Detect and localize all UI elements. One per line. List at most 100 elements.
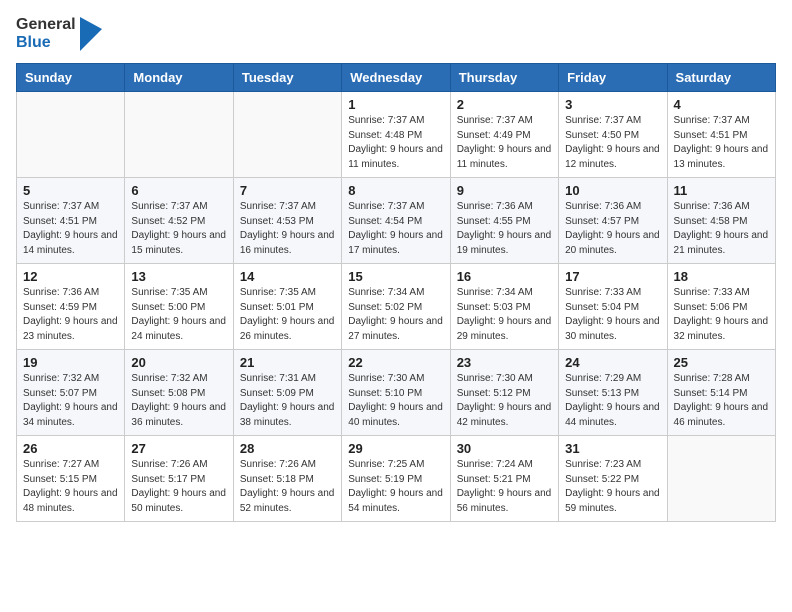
weekday-header-friday: Friday: [559, 64, 667, 92]
day-info: Sunrise: 7:36 AM Sunset: 4:58 PM Dayligh…: [674, 200, 769, 258]
day-number: 27: [131, 441, 226, 456]
calendar-cell: 28 Sunrise: 7:26 AM Sunset: 5:18 PM Dayli…: [233, 436, 341, 522]
day-info: Sunrise: 7:34 AM Sunset: 5:03 PM Dayligh…: [457, 286, 552, 344]
day-info: Sunrise: 7:37 AM Sunset: 4:51 PM Dayligh…: [674, 114, 769, 172]
day-info: Sunrise: 7:23 AM Sunset: 5:22 PM Dayligh…: [565, 458, 660, 516]
calendar-cell: [17, 92, 125, 178]
day-info: Sunrise: 7:37 AM Sunset: 4:51 PM Dayligh…: [23, 200, 118, 258]
calendar-cell: 21Sunrise: 7:31 AM Sunset: 5:09 PM Dayli…: [233, 350, 341, 436]
weekday-header-thursday: Thursday: [450, 64, 558, 92]
logo: GeneralBlue: [16, 16, 102, 51]
day-number: 11: [674, 183, 769, 198]
calendar-cell: 10 Sunrise: 7:36 AM Sunset: 4:57 PM Dayli…: [559, 178, 667, 264]
calendar-cell: 24 Sunrise: 7:29 AM Sunset: 5:13 PM Dayli…: [559, 350, 667, 436]
day-number: 26: [23, 441, 118, 456]
day-number: 17: [565, 269, 660, 284]
day-number: 30: [457, 441, 552, 456]
logo-arrow-icon: [80, 17, 102, 51]
calendar-cell: 9 Sunrise: 7:36 AM Sunset: 4:55 PM Daylig…: [450, 178, 558, 264]
day-number: 19: [23, 355, 118, 370]
day-info: Sunrise: 7:27 AM Sunset: 5:15 PM Dayligh…: [23, 458, 118, 516]
day-info: Sunrise: 7:36 AM Sunset: 4:57 PM Dayligh…: [565, 200, 660, 258]
calendar-cell: 30 Sunrise: 7:24 AM Sunset: 5:21 PM Dayli…: [450, 436, 558, 522]
calendar-cell: 23 Sunrise: 7:30 AM Sunset: 5:12 PM Dayli…: [450, 350, 558, 436]
day-info: Sunrise: 7:28 AM Sunset: 5:14 PM Dayligh…: [674, 372, 769, 430]
day-info: Sunrise: 7:37 AM Sunset: 4:53 PM Dayligh…: [240, 200, 335, 258]
day-info: Sunrise: 7:36 AM Sunset: 4:55 PM Dayligh…: [457, 200, 552, 258]
calendar-cell: 17 Sunrise: 7:33 AM Sunset: 5:04 PM Dayli…: [559, 264, 667, 350]
page-header: GeneralBlue: [16, 16, 776, 51]
calendar-cell: 29Sunrise: 7:25 AM Sunset: 5:19 PM Dayli…: [342, 436, 450, 522]
calendar-cell: 1Sunrise: 7:37 AM Sunset: 4:48 PM Daylig…: [342, 92, 450, 178]
calendar-cell: 18 Sunrise: 7:33 AM Sunset: 5:06 PM Dayli…: [667, 264, 775, 350]
day-info: Sunrise: 7:36 AM Sunset: 4:59 PM Dayligh…: [23, 286, 118, 344]
day-number: 18: [674, 269, 769, 284]
day-number: 2: [457, 97, 552, 112]
calendar-week-row: 19 Sunrise: 7:32 AM Sunset: 5:07 PM Dayli…: [17, 350, 776, 436]
calendar-cell: [125, 92, 233, 178]
calendar-cell: 16 Sunrise: 7:34 AM Sunset: 5:03 PM Dayli…: [450, 264, 558, 350]
calendar-cell: 27 Sunrise: 7:26 AM Sunset: 5:17 PM Dayli…: [125, 436, 233, 522]
day-info: Sunrise: 7:35 AM Sunset: 5:00 PM Dayligh…: [131, 286, 226, 344]
day-number: 15: [348, 269, 443, 284]
calendar-cell: 15Sunrise: 7:34 AM Sunset: 5:02 PM Dayli…: [342, 264, 450, 350]
day-info: Sunrise: 7:29 AM Sunset: 5:13 PM Dayligh…: [565, 372, 660, 430]
day-info: Sunrise: 7:30 AM Sunset: 5:12 PM Dayligh…: [457, 372, 552, 430]
calendar-cell: 7 Sunrise: 7:37 AM Sunset: 4:53 PM Daylig…: [233, 178, 341, 264]
calendar-cell: 4 Sunrise: 7:37 AM Sunset: 4:51 PM Daylig…: [667, 92, 775, 178]
day-info: Sunrise: 7:37 AM Sunset: 4:48 PM Dayligh…: [348, 114, 443, 172]
day-number: 24: [565, 355, 660, 370]
day-number: 9: [457, 183, 552, 198]
calendar-cell: 25Sunrise: 7:28 AM Sunset: 5:14 PM Dayli…: [667, 350, 775, 436]
day-number: 5: [23, 183, 118, 198]
day-info: Sunrise: 7:32 AM Sunset: 5:08 PM Dayligh…: [131, 372, 226, 430]
calendar-week-row: 26 Sunrise: 7:27 AM Sunset: 5:15 PM Dayli…: [17, 436, 776, 522]
calendar-table: SundayMondayTuesdayWednesdayThursdayFrid…: [16, 63, 776, 522]
calendar-cell: 3 Sunrise: 7:37 AM Sunset: 4:50 PM Daylig…: [559, 92, 667, 178]
logo-general-text: General: [16, 16, 76, 34]
day-info: Sunrise: 7:26 AM Sunset: 5:18 PM Dayligh…: [240, 458, 335, 516]
calendar-header-row: SundayMondayTuesdayWednesdayThursdayFrid…: [17, 64, 776, 92]
calendar-cell: [233, 92, 341, 178]
day-info: Sunrise: 7:26 AM Sunset: 5:17 PM Dayligh…: [131, 458, 226, 516]
calendar-cell: 14Sunrise: 7:35 AM Sunset: 5:01 PM Dayli…: [233, 264, 341, 350]
logo-blue-text: Blue: [16, 34, 76, 52]
day-info: Sunrise: 7:24 AM Sunset: 5:21 PM Dayligh…: [457, 458, 552, 516]
weekday-header-monday: Monday: [125, 64, 233, 92]
day-number: 28: [240, 441, 335, 456]
calendar-cell: 19 Sunrise: 7:32 AM Sunset: 5:07 PM Dayli…: [17, 350, 125, 436]
calendar-cell: 8Sunrise: 7:37 AM Sunset: 4:54 PM Daylig…: [342, 178, 450, 264]
calendar-cell: 6Sunrise: 7:37 AM Sunset: 4:52 PM Daylig…: [125, 178, 233, 264]
calendar-cell: 13 Sunrise: 7:35 AM Sunset: 5:00 PM Dayli…: [125, 264, 233, 350]
day-number: 10: [565, 183, 660, 198]
day-number: 3: [565, 97, 660, 112]
calendar-cell: 20 Sunrise: 7:32 AM Sunset: 5:08 PM Dayli…: [125, 350, 233, 436]
day-info: Sunrise: 7:33 AM Sunset: 5:04 PM Dayligh…: [565, 286, 660, 344]
day-info: Sunrise: 7:25 AM Sunset: 5:19 PM Dayligh…: [348, 458, 443, 516]
weekday-header-sunday: Sunday: [17, 64, 125, 92]
calendar-cell: 5 Sunrise: 7:37 AM Sunset: 4:51 PM Daylig…: [17, 178, 125, 264]
calendar-cell: 22 Sunrise: 7:30 AM Sunset: 5:10 PM Dayli…: [342, 350, 450, 436]
weekday-header-saturday: Saturday: [667, 64, 775, 92]
day-number: 22: [348, 355, 443, 370]
day-info: Sunrise: 7:33 AM Sunset: 5:06 PM Dayligh…: [674, 286, 769, 344]
day-number: 7: [240, 183, 335, 198]
day-number: 23: [457, 355, 552, 370]
day-info: Sunrise: 7:35 AM Sunset: 5:01 PM Dayligh…: [240, 286, 335, 344]
day-info: Sunrise: 7:32 AM Sunset: 5:07 PM Dayligh…: [23, 372, 118, 430]
day-number: 13: [131, 269, 226, 284]
day-info: Sunrise: 7:37 AM Sunset: 4:50 PM Dayligh…: [565, 114, 660, 172]
calendar-cell: 2 Sunrise: 7:37 AM Sunset: 4:49 PM Daylig…: [450, 92, 558, 178]
weekday-header-tuesday: Tuesday: [233, 64, 341, 92]
day-info: Sunrise: 7:30 AM Sunset: 5:10 PM Dayligh…: [348, 372, 443, 430]
day-info: Sunrise: 7:37 AM Sunset: 4:49 PM Dayligh…: [457, 114, 552, 172]
day-number: 6: [131, 183, 226, 198]
day-number: 20: [131, 355, 226, 370]
day-number: 4: [674, 97, 769, 112]
calendar-cell: [667, 436, 775, 522]
calendar-cell: 26 Sunrise: 7:27 AM Sunset: 5:15 PM Dayli…: [17, 436, 125, 522]
calendar-week-row: 12Sunrise: 7:36 AM Sunset: 4:59 PM Dayli…: [17, 264, 776, 350]
weekday-header-wednesday: Wednesday: [342, 64, 450, 92]
day-number: 16: [457, 269, 552, 284]
calendar-cell: 31Sunrise: 7:23 AM Sunset: 5:22 PM Dayli…: [559, 436, 667, 522]
